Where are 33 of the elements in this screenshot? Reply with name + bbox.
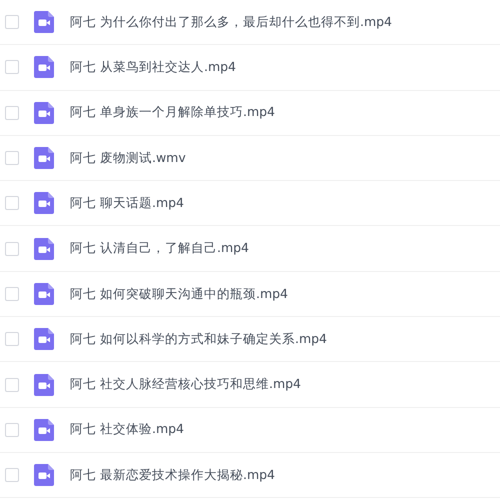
file-name[interactable]: 阿七 社交人脉经营核心技巧和思维.mp4: [70, 375, 302, 394]
checkbox[interactable]: [5, 15, 19, 30]
file-name[interactable]: 阿七 如何以科学的方式和妹子确定关系.mp4: [70, 330, 328, 349]
file-name[interactable]: 阿七 如何突破聊天沟通中的瓶颈.mp4: [70, 284, 288, 304]
checkbox[interactable]: [5, 196, 19, 210]
checkbox[interactable]: [5, 378, 19, 392]
file-name[interactable]: 阿七 聊天话题.mp4: [70, 194, 184, 213]
file-name[interactable]: 阿七 为什么你付出了那么多，最后却什么也得不到.mp4: [70, 12, 392, 32]
video-file-icon: [34, 192, 54, 214]
file-name[interactable]: 阿七 单身族一个月解除单技巧.mp4: [70, 103, 276, 122]
file-name[interactable]: 阿七 从菜鸟到社交达人.mp4: [70, 58, 236, 77]
checkbox[interactable]: [5, 332, 19, 346]
video-file-icon: [34, 56, 54, 78]
checkbox[interactable]: [5, 60, 19, 74]
video-file-icon: [34, 11, 54, 34]
file-name[interactable]: 阿七 最新恋爱技术操作大揭秘.mp4: [70, 466, 276, 484]
video-file-icon: [34, 102, 54, 124]
checkbox[interactable]: [5, 151, 19, 166]
video-file-icon: [34, 418, 54, 441]
video-file-icon: [34, 374, 54, 396]
checkbox[interactable]: [5, 468, 19, 482]
video-file-icon: [34, 282, 54, 305]
video-file-icon: [34, 147, 54, 170]
checkbox[interactable]: [5, 422, 19, 437]
checkbox[interactable]: [5, 286, 19, 301]
file-name[interactable]: 阿七 认清自己，了解自己.mp4: [70, 239, 250, 258]
file-name[interactable]: 阿七 废物测试.wmv: [70, 148, 186, 168]
checkbox[interactable]: [5, 242, 19, 256]
video-file-icon: [34, 328, 54, 350]
file-name[interactable]: 阿七 社交体验.mp4: [70, 420, 184, 440]
video-file-icon: [34, 464, 54, 486]
checkbox[interactable]: [5, 106, 19, 120]
video-file-icon: [34, 238, 54, 260]
